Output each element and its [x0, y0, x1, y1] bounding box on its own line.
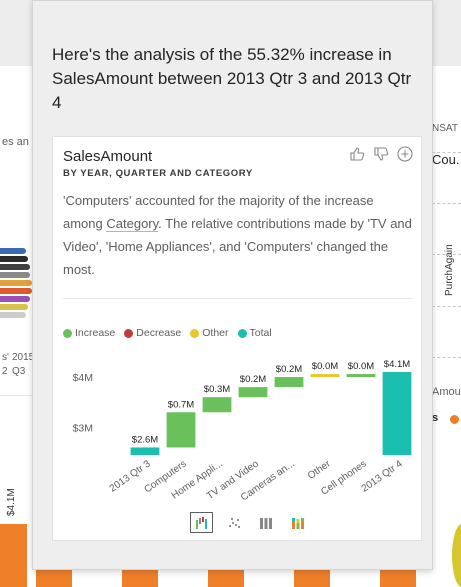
- right-visual-column: Cou.: [432, 152, 460, 167]
- scatter-chart-icon[interactable]: [222, 512, 245, 533]
- left-visual-title: es an: [2, 136, 29, 148]
- waterfall-bar[interactable]: [130, 447, 160, 455]
- divider: [432, 203, 461, 204]
- right-visual-header: NSAT: [432, 123, 458, 134]
- insight-card: SalesAmount BY YEAR, QUARTER AND CATEGOR…: [52, 136, 422, 541]
- lower-left-visual: $4.1M: [0, 396, 36, 587]
- bar-value-label: $4.1M: [6, 488, 17, 516]
- waterfall-bar[interactable]: [238, 387, 268, 398]
- bar[interactable]: [380, 570, 416, 587]
- popup-heading: Here's the analysis of the 55.32% increa…: [52, 45, 412, 112]
- bar[interactable]: [294, 570, 330, 587]
- left-axis-quarter: 2: [2, 366, 8, 377]
- thumbs-down-icon[interactable]: [373, 146, 389, 162]
- data-label: $0.2M: [240, 374, 266, 385]
- left-axis-label: s': [2, 352, 9, 363]
- data-label: $0.2M: [276, 364, 302, 375]
- left-axis-year: 2015: [12, 352, 35, 363]
- y-tick-label: $4M: [73, 372, 93, 384]
- legend-item-other: Other: [190, 327, 229, 339]
- y-tick-label: $3M: [73, 422, 93, 434]
- waterfall-bar[interactable]: [274, 377, 304, 388]
- waterfall-chart-icon[interactable]: [190, 512, 213, 533]
- legend-item-total: Total: [237, 327, 272, 339]
- card-actions: [349, 146, 413, 162]
- add-icon[interactable]: [397, 146, 413, 162]
- left-axis-quarter-2: Q3: [12, 366, 26, 377]
- legend-item-decrease: Decrease: [124, 327, 181, 339]
- thumbs-up-icon[interactable]: [349, 146, 365, 162]
- divider: [432, 152, 461, 153]
- donut-slice[interactable]: [452, 524, 461, 587]
- right-legend-title: Amoun: [432, 386, 461, 398]
- bar[interactable]: [0, 524, 27, 587]
- data-label: $0.0M: [348, 361, 374, 372]
- bar[interactable]: [36, 570, 72, 587]
- card-description: 'Computers' accounted for the majority o…: [63, 193, 412, 277]
- bar[interactable]: [122, 570, 158, 587]
- insights-popup: Here's the analysis of the 55.32% increa…: [32, 0, 433, 570]
- data-label: $4.1M: [384, 359, 410, 370]
- waterfall-bar[interactable]: [310, 374, 340, 378]
- popup-pointer: [53, 541, 66, 565]
- legend-dot: [190, 328, 200, 338]
- data-label: $0.3M: [204, 384, 230, 395]
- chart-legend: Increase Decrease Other Total: [63, 327, 272, 339]
- waterfall-bar[interactable]: [346, 374, 376, 378]
- data-label: $0.7M: [168, 399, 194, 410]
- stacked-column-chart-icon[interactable]: [286, 512, 309, 533]
- card-subtitle: BY YEAR, QUARTER AND CATEGORY: [63, 168, 253, 179]
- card-title: SalesAmount: [63, 148, 153, 165]
- left-visual: es an s' 2015 2 Q3: [0, 66, 36, 396]
- visual-type-switcher: [190, 512, 309, 533]
- divider: [432, 306, 461, 307]
- legend-dot: [63, 328, 72, 338]
- data-label: $2.6M: [132, 434, 158, 445]
- legend-dot: [237, 328, 247, 338]
- column-chart-icon[interactable]: [254, 512, 277, 533]
- divider: [432, 357, 461, 358]
- waterfall-bar[interactable]: [382, 372, 412, 455]
- legend-item-increase: Increase: [63, 327, 115, 339]
- divider: [63, 298, 413, 299]
- right-axis-label: PurchAgain: [444, 244, 455, 296]
- category-link[interactable]: Category: [106, 216, 159, 232]
- divider: [432, 254, 461, 255]
- data-label: $0.0M: [312, 361, 338, 372]
- legend-dot: [450, 415, 459, 424]
- legend-dot: [124, 328, 134, 338]
- category-label: 2013 Qtr 4: [360, 458, 405, 494]
- waterfall-bar[interactable]: [166, 412, 196, 448]
- waterfall-svg: $4M$3M$2.6M2013 Qtr 3$0.7MComputers$0.3M…: [73, 359, 412, 503]
- right-visual: NSAT Cou. PurchAgain Amoun s: [432, 66, 461, 587]
- bar[interactable]: [208, 570, 244, 587]
- category-label: Other: [306, 458, 333, 482]
- waterfall-bar[interactable]: [202, 397, 232, 413]
- waterfall-chart: $4M $3M $2.6M 2013 Qtr 3 $0.7M Computers $0.3M…: [53, 345, 423, 505]
